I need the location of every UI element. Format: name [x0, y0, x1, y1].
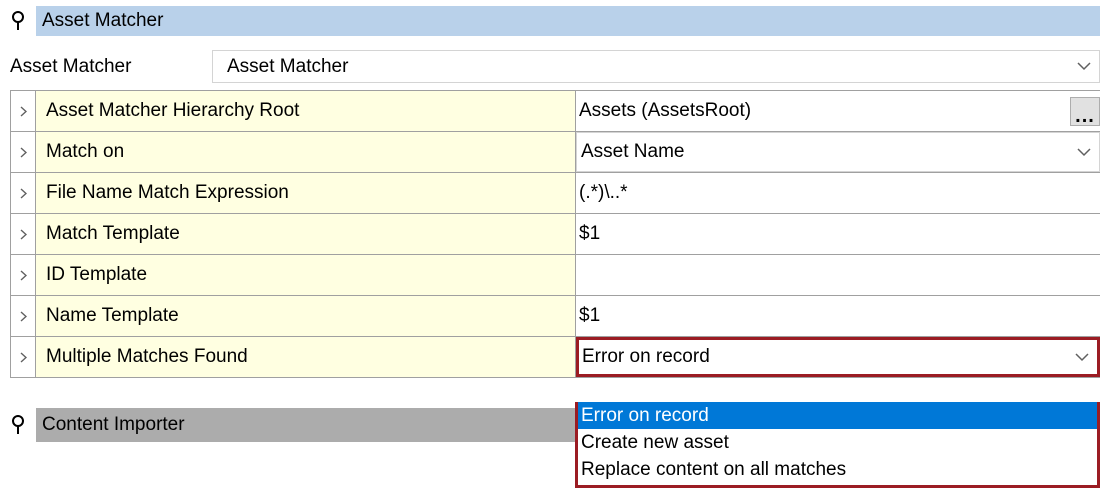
property-value-text: $1: [579, 305, 601, 326]
section-asset-matcher[interactable]: Asset Matcher: [0, 6, 1100, 36]
chevron-right-icon[interactable]: [11, 296, 36, 336]
property-name[interactable]: Name Template: [36, 296, 576, 336]
multiple-matches-select[interactable]: Error on record: [576, 337, 1100, 377]
chevron-down-icon[interactable]: [1069, 133, 1099, 171]
dropdown-option[interactable]: Replace content on all matches: [578, 456, 1097, 483]
section-title: Content Importer: [36, 408, 575, 442]
property-value-text: Asset Name: [581, 141, 685, 162]
property-value[interactable]: $1: [576, 296, 1100, 336]
chevron-down-icon[interactable]: [1069, 51, 1099, 82]
matcher-select-value: Asset Matcher: [227, 55, 349, 77]
property-value[interactable]: (.*)\..*: [576, 173, 1100, 213]
property-value[interactable]: Asset Name: [576, 132, 1100, 172]
dropdown-option[interactable]: Create new asset: [578, 429, 1097, 456]
chevron-right-icon[interactable]: [11, 337, 36, 377]
property-name[interactable]: Match on: [36, 132, 576, 172]
property-grid: Asset Matcher Hierarchy Root Assets (Ass…: [10, 90, 1100, 378]
property-value[interactable]: [576, 255, 1100, 295]
section-content-importer[interactable]: Content Importer: [0, 408, 575, 442]
chevron-right-icon[interactable]: [11, 255, 36, 295]
dropdown-option[interactable]: Error on record: [578, 402, 1097, 429]
chevron-right-icon[interactable]: [11, 214, 36, 254]
matcher-select-label: Asset Matcher: [10, 55, 132, 77]
match-on-select[interactable]: Asset Name: [576, 132, 1100, 172]
property-value[interactable]: $1: [576, 214, 1100, 254]
chevron-right-icon[interactable]: [11, 91, 36, 131]
matcher-select[interactable]: Asset Matcher: [212, 50, 1100, 83]
chevron-right-icon[interactable]: [11, 132, 36, 172]
matcher-select-row: Asset Matcher Asset Matcher: [0, 50, 1100, 83]
property-value-text: $1: [579, 223, 601, 244]
property-value[interactable]: Error on record: [576, 337, 1100, 377]
property-value-text: Assets (AssetsRoot): [579, 100, 752, 121]
ellipsis-label: ...: [1075, 105, 1095, 127]
property-value[interactable]: Assets (AssetsRoot) ...: [576, 91, 1100, 131]
chevron-down-icon[interactable]: [1067, 340, 1097, 374]
section-title: Asset Matcher: [36, 6, 1100, 36]
property-row-multiple-matches-found: Multiple Matches Found Error on record: [11, 337, 1100, 378]
pin-icon[interactable]: [0, 6, 36, 36]
property-row-file-name-match-expression: File Name Match Expression (.*)\..*: [11, 173, 1100, 214]
property-row-hierarchy-root: Asset Matcher Hierarchy Root Assets (Ass…: [11, 91, 1100, 132]
property-row-name-template: Name Template $1: [11, 296, 1100, 337]
browse-button[interactable]: ...: [1070, 97, 1100, 126]
property-row-id-template: ID Template: [11, 255, 1100, 296]
dropdown-list: Error on record Create new asset Replace…: [575, 402, 1100, 488]
property-value-text: Error on record: [582, 346, 710, 367]
property-name[interactable]: Match Template: [36, 214, 576, 254]
property-value-text: (.*)\..*: [579, 182, 628, 203]
property-name[interactable]: ID Template: [36, 255, 576, 295]
chevron-right-icon[interactable]: [11, 173, 36, 213]
pin-icon[interactable]: [0, 408, 36, 442]
property-name[interactable]: Multiple Matches Found: [36, 337, 576, 377]
property-row-match-template: Match Template $1: [11, 214, 1100, 255]
property-name[interactable]: File Name Match Expression: [36, 173, 576, 213]
property-row-match-on: Match on Asset Name: [11, 132, 1100, 173]
property-name[interactable]: Asset Matcher Hierarchy Root: [36, 91, 576, 131]
